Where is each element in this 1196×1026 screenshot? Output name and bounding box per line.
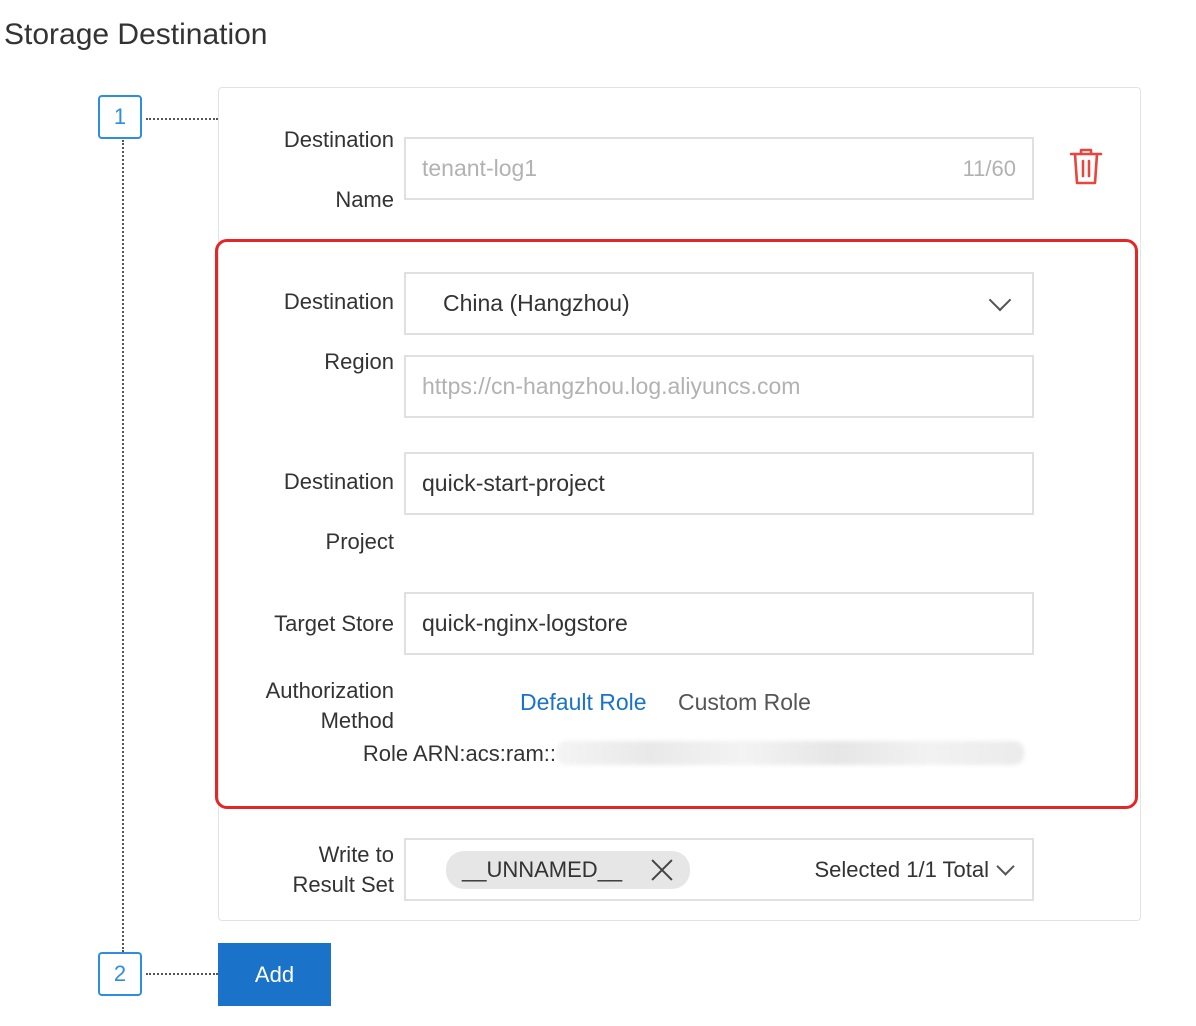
step-connector-1 — [146, 118, 218, 120]
result-set-select[interactable]: __UNNAMED__ Selected 1/1 Total — [404, 838, 1034, 901]
destination-name-label: Destination Name — [283, 127, 394, 212]
trash-icon[interactable] — [1068, 146, 1104, 186]
target-store-label: Target Store — [274, 611, 394, 636]
custom-role-option[interactable]: Custom Role — [678, 689, 811, 716]
result-set-tag-label: __UNNAMED__ — [462, 856, 623, 882]
page-title: Storage Destination — [4, 18, 268, 51]
destination-name-input[interactable]: tenant-log1 11/60 — [404, 137, 1034, 200]
destination-project-input[interactable]: quick-start-project — [404, 452, 1034, 515]
destination-project-label: Destination Project — [283, 469, 394, 554]
close-icon[interactable] — [650, 858, 674, 882]
region-select[interactable]: China (Hangzhou) — [404, 272, 1034, 335]
timeline-line — [122, 140, 124, 952]
chevron-down-icon — [996, 857, 1015, 876]
destination-project-value: quick-start-project — [422, 470, 605, 496]
region-endpoint-value: https://cn-hangzhou.log.aliyuncs.com — [422, 373, 801, 399]
role-arn-redacted — [556, 741, 1024, 765]
destination-region-label: Destination Region — [283, 289, 394, 374]
region-endpoint-field: https://cn-hangzhou.log.aliyuncs.com — [404, 355, 1034, 418]
target-store-input[interactable]: quick-nginx-logstore — [404, 592, 1034, 655]
step-1-badge: 1 — [98, 95, 142, 139]
destination-name-value: tenant-log1 — [422, 155, 538, 181]
default-role-option[interactable]: Default Role — [520, 689, 647, 716]
step-2-badge: 2 — [98, 952, 142, 996]
result-set-tag: __UNNAMED__ — [446, 850, 691, 889]
add-button[interactable]: Add — [218, 943, 331, 1006]
step-connector-2 — [146, 973, 218, 975]
target-store-value: quick-nginx-logstore — [422, 610, 628, 636]
result-set-label: Write to Result Set — [292, 842, 395, 897]
authorization-method-label: Authorization Method — [265, 678, 394, 733]
role-arn-label: Role ARN:acs:ram:: — [362, 741, 556, 766]
chevron-down-icon — [988, 288, 1012, 311]
region-selected-value: China (Hangzhou) — [443, 290, 630, 316]
character-counter: 11/60 — [962, 155, 1016, 181]
result-set-summary: Selected 1/1 Total — [814, 856, 990, 882]
